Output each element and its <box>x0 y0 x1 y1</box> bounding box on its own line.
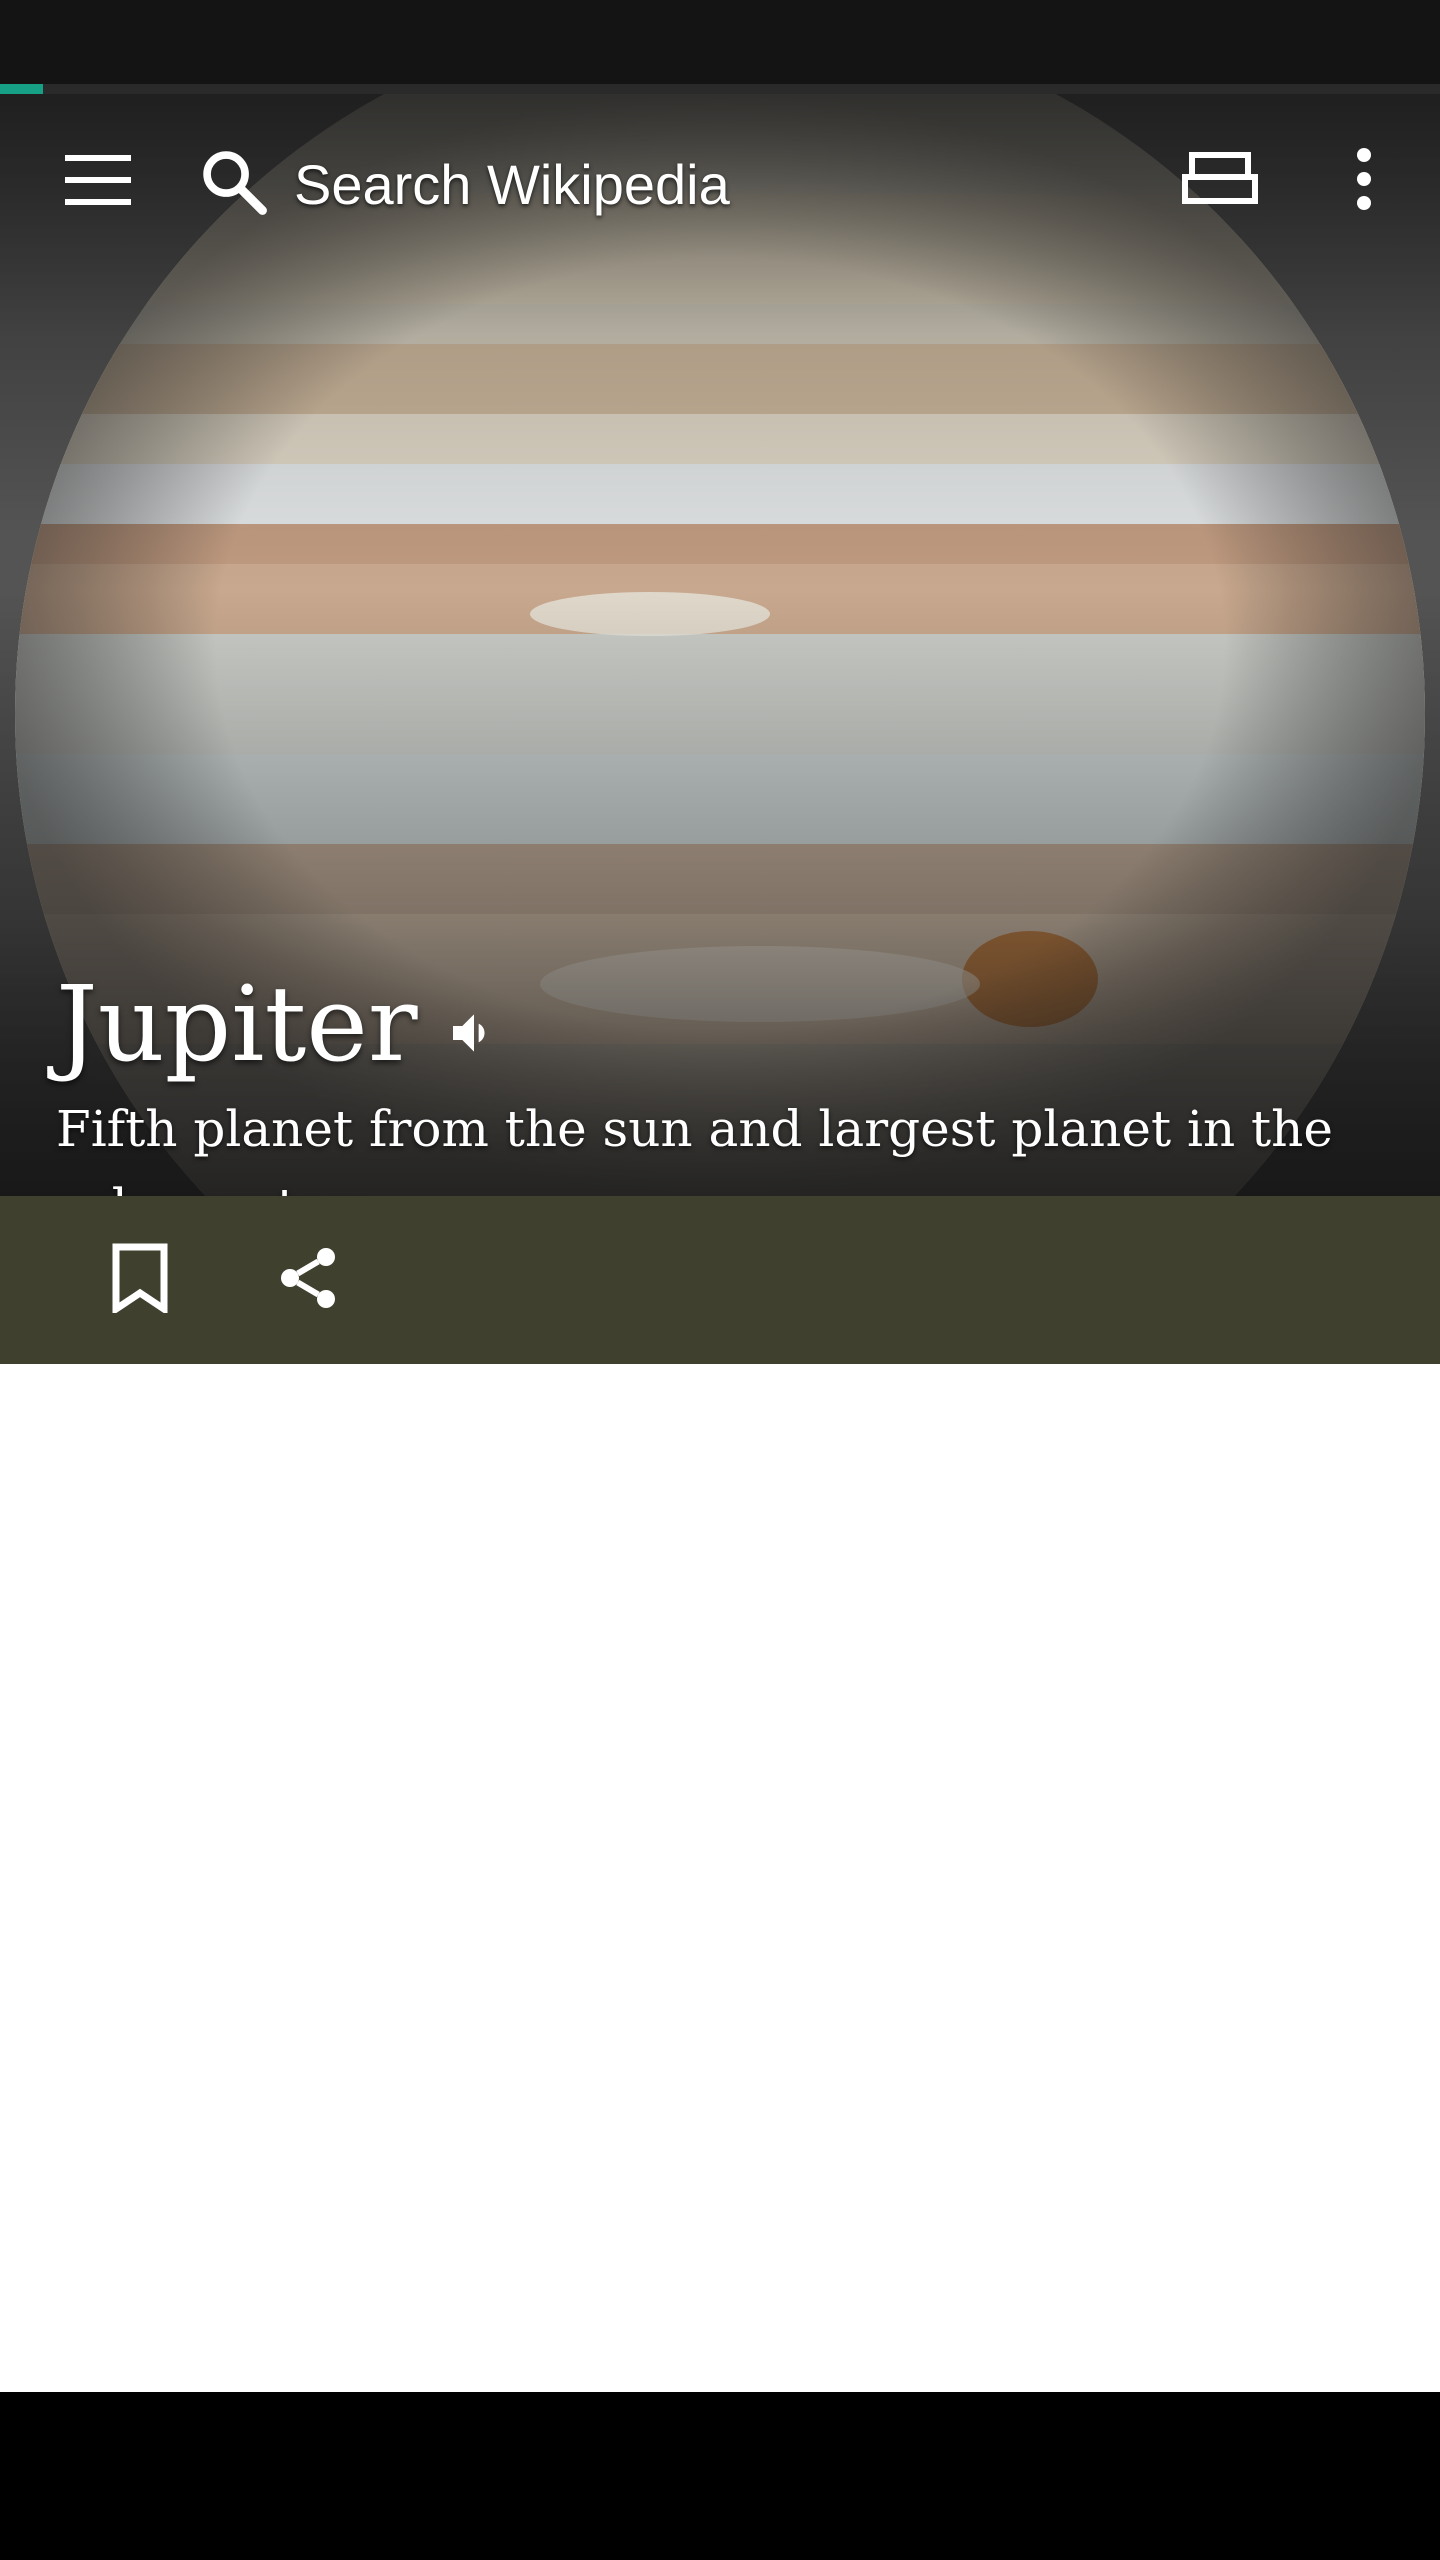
share-icon <box>272 1242 344 1319</box>
bookmark-icon <box>110 1243 170 1318</box>
article-header: Jupiter Fifth planet from the sun and la… <box>56 964 1386 1196</box>
status-bar <box>0 0 1440 84</box>
article-description: Fifth planet from the sun and largest pl… <box>56 1100 1333 1196</box>
share-button[interactable] <box>258 1230 358 1330</box>
article-content <box>0 1364 1440 2392</box>
search-icon <box>196 144 272 220</box>
save-bookmark-button[interactable] <box>90 1230 190 1330</box>
page-load-progress <box>0 84 1440 94</box>
search-placeholder: Search Wikipedia <box>294 153 730 216</box>
article-action-bar <box>0 1196 1440 1364</box>
page-load-progress-fill <box>0 84 44 94</box>
search-bar[interactable]: Search Wikipedia <box>196 130 1096 234</box>
tabs-button[interactable] <box>1170 136 1270 226</box>
more-options-button[interactable] <box>1320 136 1408 226</box>
more-vert-icon <box>1354 147 1374 216</box>
system-navigation-bar <box>0 2392 1440 2560</box>
article-title: Jupiter <box>56 963 418 1085</box>
speaker-icon[interactable] <box>446 1005 502 1061</box>
menu-button[interactable] <box>48 138 148 226</box>
tabs-icon <box>1182 151 1258 212</box>
hamburger-menu-icon <box>65 154 131 210</box>
top-toolbar: Search Wikipedia <box>0 94 1440 270</box>
